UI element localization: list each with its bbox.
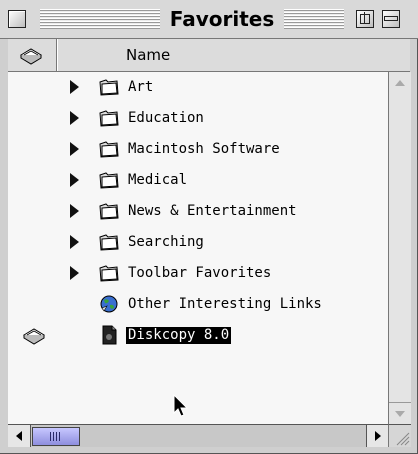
list-item-label: Macintosh Software <box>128 141 280 157</box>
resize-grip-icon[interactable] <box>388 424 411 447</box>
internet-globe-icon <box>100 295 118 313</box>
collapse-box-button[interactable] <box>382 10 400 28</box>
folder-icon <box>99 234 119 251</box>
list-item-label: Education <box>128 110 204 126</box>
list-item[interactable]: Art <box>8 72 388 102</box>
scroll-up-arrow-icon[interactable] <box>389 72 411 94</box>
folder-icon <box>99 172 119 189</box>
list-item[interactable]: Macintosh Software <box>8 134 388 164</box>
finder-window: Favorites Name Art Education Macintosh S… <box>0 0 418 454</box>
list-item-label: Art <box>128 79 154 95</box>
disclosure-triangle-icon[interactable] <box>70 204 79 218</box>
disk-stack-icon <box>23 328 45 345</box>
list-item[interactable]: Diskcopy 8.0 <box>8 320 388 350</box>
scroll-thumb[interactable] <box>32 427 80 446</box>
disk-stack-icon[interactable] <box>18 45 44 65</box>
scroll-left-arrow-icon[interactable] <box>8 425 31 447</box>
list-item-label-selected: Diskcopy 8.0 <box>126 327 232 344</box>
disclosure-triangle-icon[interactable] <box>70 111 79 125</box>
folder-icon <box>99 141 119 158</box>
mouse-pointer-icon <box>173 394 189 417</box>
disclosure-triangle-icon[interactable] <box>70 266 79 280</box>
scroll-down-arrow-icon[interactable] <box>389 402 411 425</box>
disclosure-triangle-icon[interactable] <box>70 235 79 249</box>
folder-icon <box>99 110 119 127</box>
list-item[interactable]: Medical <box>8 165 388 195</box>
scroll-right-arrow-icon[interactable] <box>366 425 389 447</box>
list-item-label: Searching <box>128 234 204 250</box>
window-title: Favorites <box>160 6 284 32</box>
disclosure-triangle-icon[interactable] <box>70 173 79 187</box>
name-column-header[interactable]: Name <box>126 39 170 71</box>
list-item[interactable]: Education <box>8 103 388 133</box>
title-bar-stripes <box>284 9 344 29</box>
horizontal-scrollbar[interactable] <box>8 424 389 447</box>
list-item[interactable]: Searching <box>8 227 388 257</box>
disclosure-triangle-icon[interactable] <box>70 142 79 156</box>
list-item-label: Medical <box>128 172 188 188</box>
vertical-scrollbar[interactable] <box>388 72 411 424</box>
file-list: Art Education Macintosh Software Medical… <box>8 72 388 424</box>
list-item[interactable]: News & Entertainment <box>8 196 388 226</box>
list-item-label: Toolbar Favorites <box>128 265 272 281</box>
disclosure-triangle-icon[interactable] <box>70 80 79 94</box>
list-item-label: News & Entertainment <box>128 203 297 219</box>
close-box-button[interactable] <box>8 10 26 28</box>
title-bar-stripes <box>40 9 160 29</box>
title-bar[interactable]: Favorites <box>0 0 418 39</box>
zoom-box-button[interactable] <box>356 10 374 28</box>
list-item[interactable]: Toolbar Favorites <box>8 258 388 288</box>
folder-icon <box>99 203 119 220</box>
list-header: Name <box>8 39 410 72</box>
folder-icon <box>99 265 119 282</box>
list-item[interactable]: Other Interesting Links <box>8 289 388 319</box>
list-item-label: Other Interesting Links <box>128 296 322 312</box>
folder-icon <box>99 79 119 96</box>
document-icon <box>102 325 117 345</box>
